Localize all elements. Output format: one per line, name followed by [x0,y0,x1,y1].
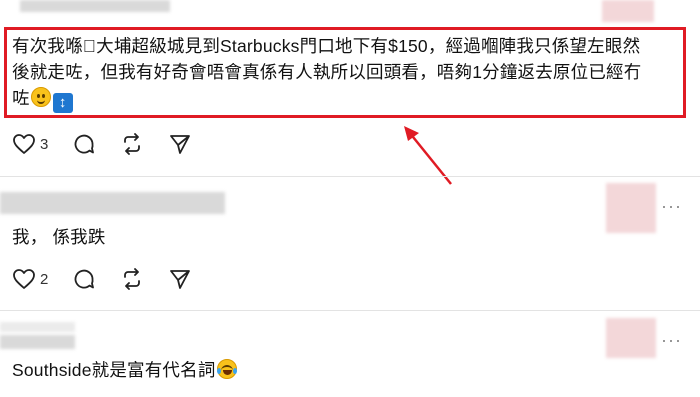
post-1-line-2: 後就走咗，但我有好奇會唔會真係有人執所以回頭看，唔夠1分鐘返去原位已經冇 [12,62,642,82]
comment-button[interactable] [72,267,96,291]
blurred-username [0,335,75,349]
share-button[interactable] [168,132,192,156]
comment-icon [74,134,95,154]
like-button[interactable]: 2 [12,268,48,290]
blurred-username [0,322,75,332]
divider [0,176,700,177]
heart-icon [13,134,35,154]
like-count: 2 [40,270,49,288]
divider [0,310,700,311]
blurred-username [20,0,170,12]
heart-icon [13,269,35,289]
annotation-arrow [404,126,452,185]
send-icon [170,270,191,289]
face-with-tears-of-joy-icon [216,359,237,379]
repost-icon [124,268,141,290]
post-2-text: 我， 係我跌 [12,227,106,247]
blurred-avatar [606,183,656,233]
more-options-button[interactable]: ··· [661,330,682,351]
repost-button[interactable] [120,267,144,291]
comment-icon [74,269,95,289]
post-2-actions: 2 [12,267,216,291]
blurred-username [0,192,225,214]
post-1-line-1: 有次我喺 大埔超級城見到Starbucks門口地下有$150，經過嗰陣我只係望左… [12,36,641,56]
share-button[interactable] [168,267,192,291]
blurred-avatar [606,318,656,358]
like-count: 3 [40,135,49,153]
post-1-line-3: 咗 ↕ [12,85,641,113]
like-button[interactable]: 3 [12,133,48,155]
blurred-avatar [602,0,654,22]
repost-icon [124,133,141,155]
up-down-arrow-icon: ↕ [52,93,73,113]
send-icon [170,135,191,154]
repost-button[interactable] [120,132,144,156]
post-3-text: Southside就是富有代名詞 [12,357,238,383]
post-1-actions: 3 [12,132,216,156]
comment-button[interactable] [72,132,96,156]
post-1-text: 有次我喺 大埔超級城見到Starbucks門口地下有$150，經過嗰陣我只係望左… [12,33,641,113]
slightly-smiling-face-icon [30,87,51,107]
more-options-button[interactable]: ··· [661,196,682,217]
